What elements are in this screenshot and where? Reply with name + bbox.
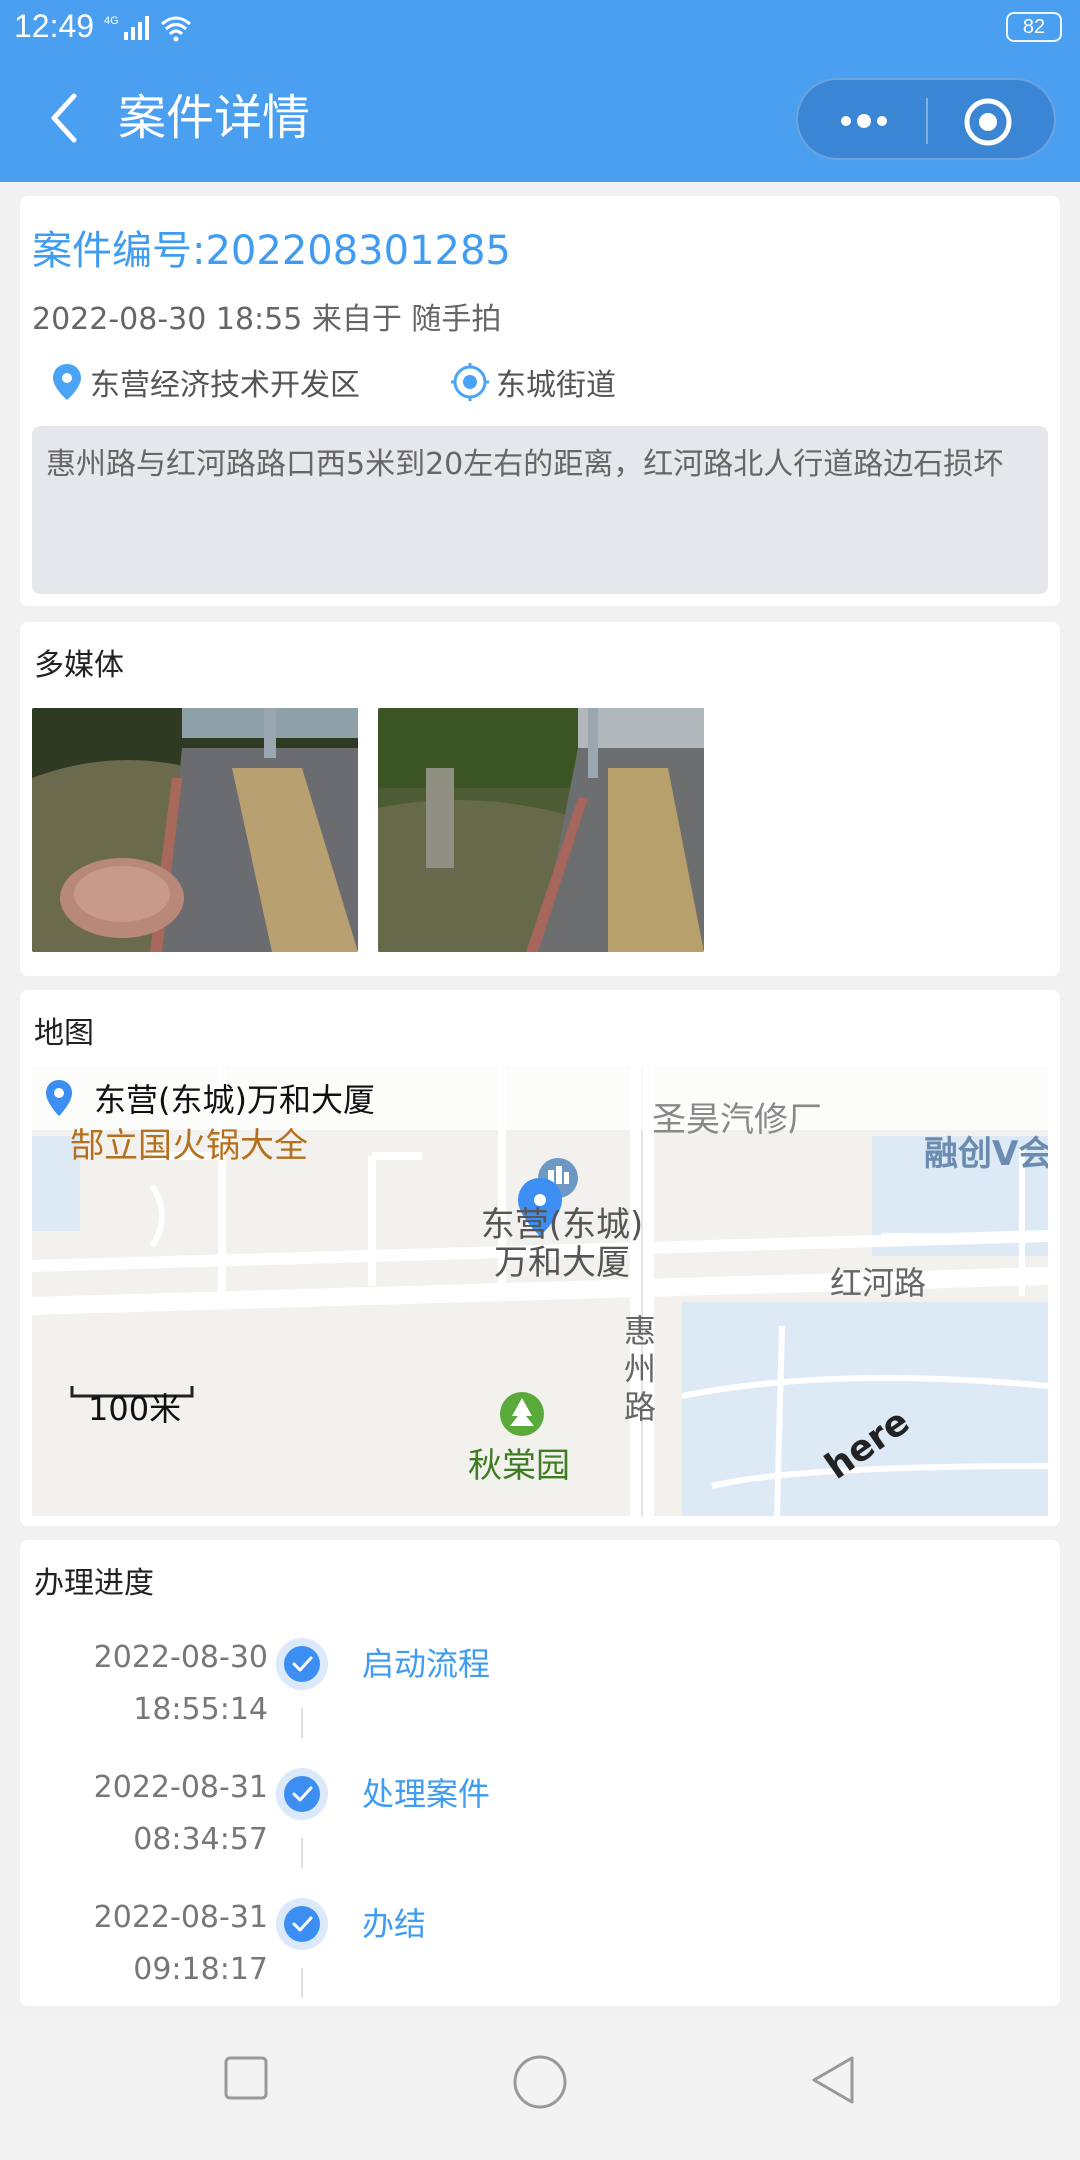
street-label: 东城街道 [496,368,616,403]
map-label-repair-shop: 圣昊汽修厂 [652,1100,822,1140]
progress-item: 2022-08-31 08:34:57 处理案件 [20,1762,1060,1892]
system-nav-bar [0,2016,1080,2160]
recent-apps-icon[interactable] [222,2054,270,2102]
capsule-divider [926,98,928,144]
map-label-building: 东营(东城)万和大厦 [480,1205,644,1283]
check-circle-icon [276,1898,328,1950]
case-number: 案件编号:202208301285 [32,228,511,274]
map-location-name: 东营(东城)万和大厦 [94,1081,375,1119]
progress-date: 2022-08-31 [93,1900,268,1935]
map-label-hotpot: 郜立国火锅大全 [70,1126,308,1166]
map-title: 地图 [34,1016,94,1051]
target-location-icon [451,363,489,401]
map-label-garden: 秋棠园 [468,1446,570,1486]
map-pin-icon [46,1080,72,1116]
status-time: 12:49 [14,8,95,44]
progress-date: 2022-08-31 [93,1770,268,1805]
media-photo-1[interactable] [32,708,358,952]
progress-step[interactable]: 办结 [362,1898,426,1950]
svg-text:4G: 4G [104,15,119,27]
close-target-icon[interactable] [962,96,1014,148]
miniprogram-capsule [796,78,1056,160]
progress-item: 2022-08-30 18:55:14 启动流程 [20,1632,1060,1762]
case-description: 惠州路与红河路路口西5米到20左右的距离，红河路北人行道路边石损坏 [32,426,1048,594]
progress-time: 08:34:57 [133,1822,268,1857]
map-label-honghe-road: 红河路 [830,1264,927,1302]
progress-datetime: 2022-08-31 08:34:57 [94,1762,268,1866]
map-view[interactable]: 东营(东城)万和大厦 圣昊汽修厂 郜立国火锅大全 融创V会 东营(东城)万和大厦… [32,1066,1048,1516]
district-location: 东营经济技术开发区 [50,360,360,404]
district-label: 东营经济技术开发区 [90,368,360,403]
more-dots-icon[interactable] [826,98,902,144]
progress-card: 办理进度 2022-08-30 18:55:14 启动流程 2022-08-31… [20,1540,1060,2006]
progress-date: 2022-08-30 [93,1640,268,1675]
timeline-connector [301,1968,303,1998]
timeline-connector [301,1708,303,1738]
progress-title: 办理进度 [34,1566,154,1601]
progress-time: 18:55:14 [133,1692,268,1727]
check-circle-icon [276,1638,328,1690]
home-circle-icon[interactable] [512,2054,568,2110]
case-info-card: 案件编号:202208301285 2022-08-30 18:55 来自于 随… [20,196,1060,606]
map-pin-icon [53,364,81,400]
media-title: 多媒体 [34,648,124,683]
map-card: 地图 东营(东城)万和大厦 圣昊汽修厂 郜立国火锅大全 融创V会 东营(东城)万… [20,990,1060,1526]
map-scale-label: 100米 [88,1390,182,1428]
media-card: 多媒体 [20,622,1060,976]
media-photo-2[interactable] [378,708,704,952]
progress-step[interactable]: 处理案件 [362,1768,490,1820]
progress-item: 2022-08-31 09:18:17 办结 [20,1892,1060,2022]
map-label-rongchuang: 融创V会 [924,1134,1048,1174]
progress-step[interactable]: 启动流程 [362,1638,490,1690]
battery-indicator: 82 [1006,12,1062,42]
header: 案件详情 [0,58,1080,182]
progress-time: 09:18:17 [133,1952,268,1987]
case-meta: 2022-08-30 18:55 来自于 随手拍 [32,302,502,337]
map-label-huizhou-road: 惠州路 [624,1312,657,1426]
back-arrow-icon[interactable] [36,86,100,150]
progress-datetime: 2022-08-30 18:55:14 [94,1632,268,1736]
top-bar: 12:49 4G 82 案件详情 [0,0,1080,182]
check-circle-icon [276,1768,328,1820]
progress-datetime: 2022-08-31 09:18:17 [94,1892,268,1996]
page-title: 案件详情 [118,90,311,146]
timeline-connector [301,1838,303,1868]
status-bar: 12:49 4G 82 [0,0,1080,58]
street-location: 东城街道 [450,360,616,404]
back-triangle-icon[interactable] [808,2054,858,2106]
signal-wifi-icon: 4G [104,15,191,42]
